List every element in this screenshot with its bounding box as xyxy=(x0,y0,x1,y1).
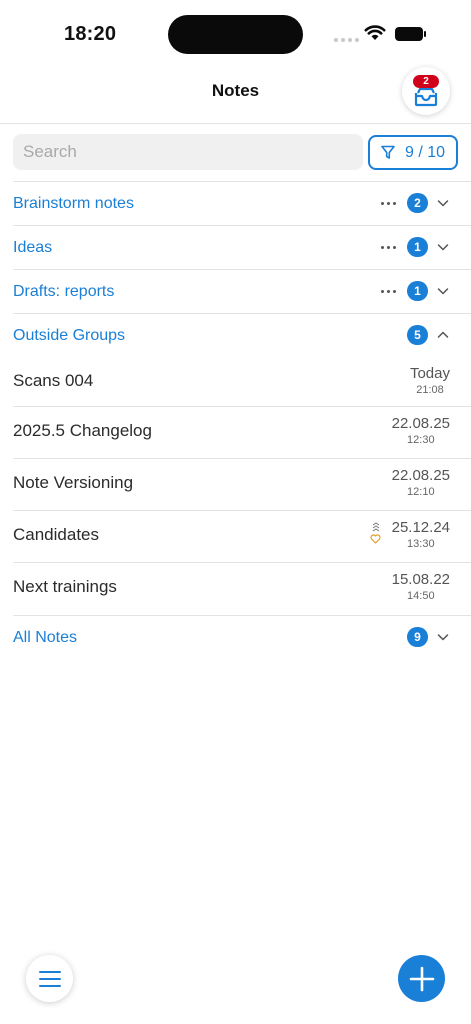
group-row-drafts-reports[interactable]: Drafts: reports 1 xyxy=(13,269,471,313)
heart-icon xyxy=(370,534,381,544)
filter-button[interactable]: 9 / 10 xyxy=(368,135,458,170)
group-count-badge: 5 xyxy=(407,325,428,345)
note-date-day: 22.08.25 xyxy=(391,467,450,484)
chevron-down-icon[interactable] xyxy=(436,284,450,298)
note-date: 25.12.24 13:30 xyxy=(392,519,450,551)
note-date-time: 13:30 xyxy=(407,538,435,550)
signal-icon xyxy=(334,38,359,42)
note-date-day: Today xyxy=(409,365,450,382)
note-date-time: 12:10 xyxy=(407,486,435,498)
group-controls: 9 xyxy=(407,627,450,647)
group-row-all-notes[interactable]: All Notes 9 xyxy=(13,615,471,659)
group-controls: 1 xyxy=(381,281,450,301)
note-date-day: 22.08.25 xyxy=(391,415,450,432)
group-row-brainstorm-notes[interactable]: Brainstorm notes 2 xyxy=(13,181,471,225)
note-row[interactable]: 2025.5 Changelog 22.08.25 12:30 xyxy=(13,407,471,459)
more-dots-icon[interactable] xyxy=(381,201,396,205)
group-count-badge: 1 xyxy=(407,237,428,257)
notes-list: Brainstorm notes 2 Ideas 1 Drafts: repor… xyxy=(0,181,471,659)
note-marks xyxy=(370,522,381,544)
note-row[interactable]: Note Versioning 22.08.25 12:10 xyxy=(13,459,471,511)
chevron-down-icon[interactable] xyxy=(436,196,450,210)
group-count-badge: 9 xyxy=(407,627,428,647)
note-date-time: 12:30 xyxy=(407,434,435,446)
note-title: Candidates xyxy=(13,525,100,544)
search-input[interactable] xyxy=(13,134,363,170)
add-note-button[interactable] xyxy=(398,955,445,1002)
note-date-day: 15.08.22 xyxy=(391,571,450,588)
group-count-badge: 1 xyxy=(407,281,428,301)
group-row-ideas[interactable]: Ideas 1 xyxy=(13,225,471,269)
filter-icon xyxy=(381,145,395,159)
note-date-time: 21:08 xyxy=(416,384,444,396)
menu-icon xyxy=(38,970,61,987)
note-title: Next trainings xyxy=(13,577,117,596)
dynamic-island xyxy=(168,15,303,54)
group-controls: 2 xyxy=(381,193,450,213)
inbox-icon xyxy=(414,87,438,107)
note-row[interactable]: Next trainings 15.08.22 14:50 xyxy=(13,563,471,615)
inbox-button[interactable]: 2 xyxy=(402,67,450,115)
note-title: Scans 004 xyxy=(13,371,94,390)
note-date-day: 25.12.24 xyxy=(391,519,450,536)
status-bar: 18:20 xyxy=(0,0,471,64)
inbox-badge: 2 xyxy=(413,75,439,88)
group-label: All Notes xyxy=(13,629,78,646)
note-row[interactable]: Scans 004 Today 21:08 xyxy=(13,357,471,407)
group-label: Outside Groups xyxy=(13,327,126,344)
menu-button[interactable] xyxy=(26,955,73,1002)
more-dots-icon[interactable] xyxy=(381,245,396,249)
page-title: Notes xyxy=(211,81,260,100)
group-controls: 1 xyxy=(381,237,450,257)
group-row-outside-groups[interactable]: Outside Groups 5 xyxy=(13,313,471,357)
note-title: Note Versioning xyxy=(13,473,134,492)
note-date-time: 14:50 xyxy=(407,590,435,602)
status-time: 18:20 xyxy=(64,23,117,45)
group-label: Brainstorm notes xyxy=(13,195,134,212)
group-controls: 5 xyxy=(407,325,450,345)
chevron-up-icon[interactable] xyxy=(436,328,450,342)
group-label: Ideas xyxy=(13,239,53,256)
note-date: 22.08.25 12:10 xyxy=(392,467,450,499)
group-label: Drafts: reports xyxy=(13,283,115,300)
note-title: 2025.5 Changelog xyxy=(13,421,152,440)
battery-icon xyxy=(395,27,426,41)
chevron-down-icon[interactable] xyxy=(436,630,450,644)
note-date: 15.08.22 14:50 xyxy=(392,571,450,603)
note-date: Today 21:08 xyxy=(410,365,450,397)
wifi-icon xyxy=(364,25,386,40)
chevron-down-icon[interactable] xyxy=(436,240,450,254)
more-dots-icon[interactable] xyxy=(381,289,396,293)
note-date: 22.08.25 12:30 xyxy=(392,415,450,447)
plus-icon xyxy=(409,966,434,991)
group-count-badge: 2 xyxy=(407,193,428,213)
search-row: 9 / 10 xyxy=(13,134,458,170)
navigation-header: Notes 2 xyxy=(0,64,471,124)
note-row[interactable]: Candidates 25.12.24 13:30 xyxy=(13,511,471,563)
versions-icon xyxy=(372,522,379,532)
filter-count: 9 / 10 xyxy=(404,143,446,161)
